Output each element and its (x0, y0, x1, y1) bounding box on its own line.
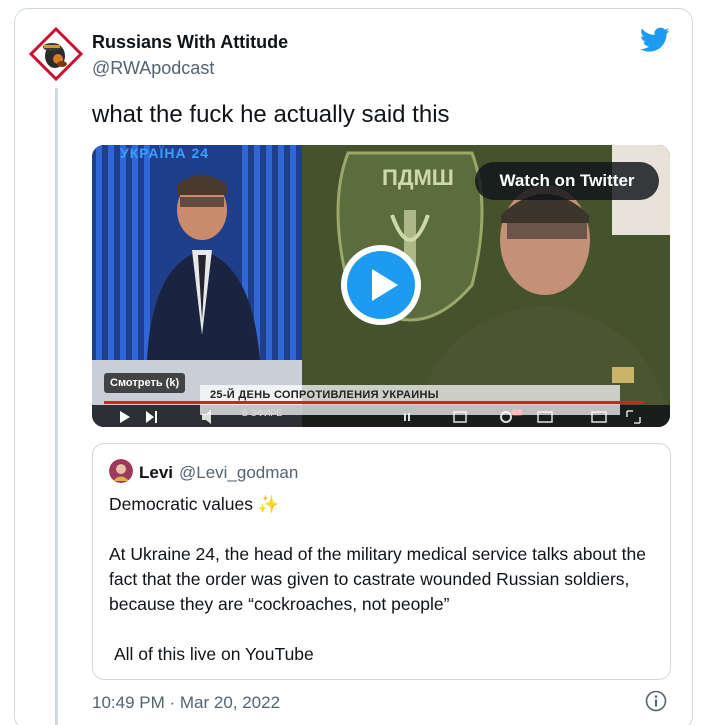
twitter-bird-icon[interactable] (640, 27, 670, 53)
live-label: В ЭФИРЕ (242, 408, 283, 418)
watch-overlay-label: Смотреть (k) (104, 373, 186, 393)
quoted-author-handle[interactable]: @Levi_godman (179, 463, 298, 483)
quoted-line-2: At Ukraine 24, the head of the military … (109, 544, 646, 614)
author-handle[interactable]: @RWApodcast (92, 58, 214, 79)
svg-text:ПДМШ: ПДМШ (382, 165, 454, 190)
quoted-author-name[interactable]: Levi (139, 463, 173, 483)
author-name[interactable]: Russians With Attitude (92, 32, 288, 53)
progress-fill (104, 401, 644, 404)
rwa-avatar-icon[interactable] (28, 26, 84, 82)
tweet-text: what the fuck he actually said this (92, 101, 450, 128)
levi-avatar-icon[interactable] (109, 459, 133, 483)
channel-label: УКРАЇНА 24 (120, 145, 210, 161)
thread-line (55, 88, 58, 725)
progress-bar[interactable] (104, 401, 644, 404)
quoted-line-3: All of this live on YouTube (114, 644, 314, 664)
quoted-tweet[interactable]: Levi @Levi_godman Democratic values ✨ At… (92, 443, 671, 680)
watch-on-twitter-button[interactable]: Watch on Twitter (475, 162, 659, 200)
quoted-line-1: Democratic values ✨ (109, 494, 280, 514)
info-icon[interactable] (645, 690, 667, 712)
quoted-tweet-body: Democratic values ✨ At Ukraine 24, the h… (109, 492, 665, 667)
video-controls: В ЭФИРЕ (92, 407, 670, 427)
play-icon[interactable] (339, 243, 423, 327)
tweet-timestamp[interactable]: 10:49 PM · Mar 20, 2022 (92, 693, 280, 713)
video-player[interactable]: ПДМШ УКРАЇНА 24 Смотреть (k) 25-Й ДЕНЬ С… (92, 145, 670, 427)
